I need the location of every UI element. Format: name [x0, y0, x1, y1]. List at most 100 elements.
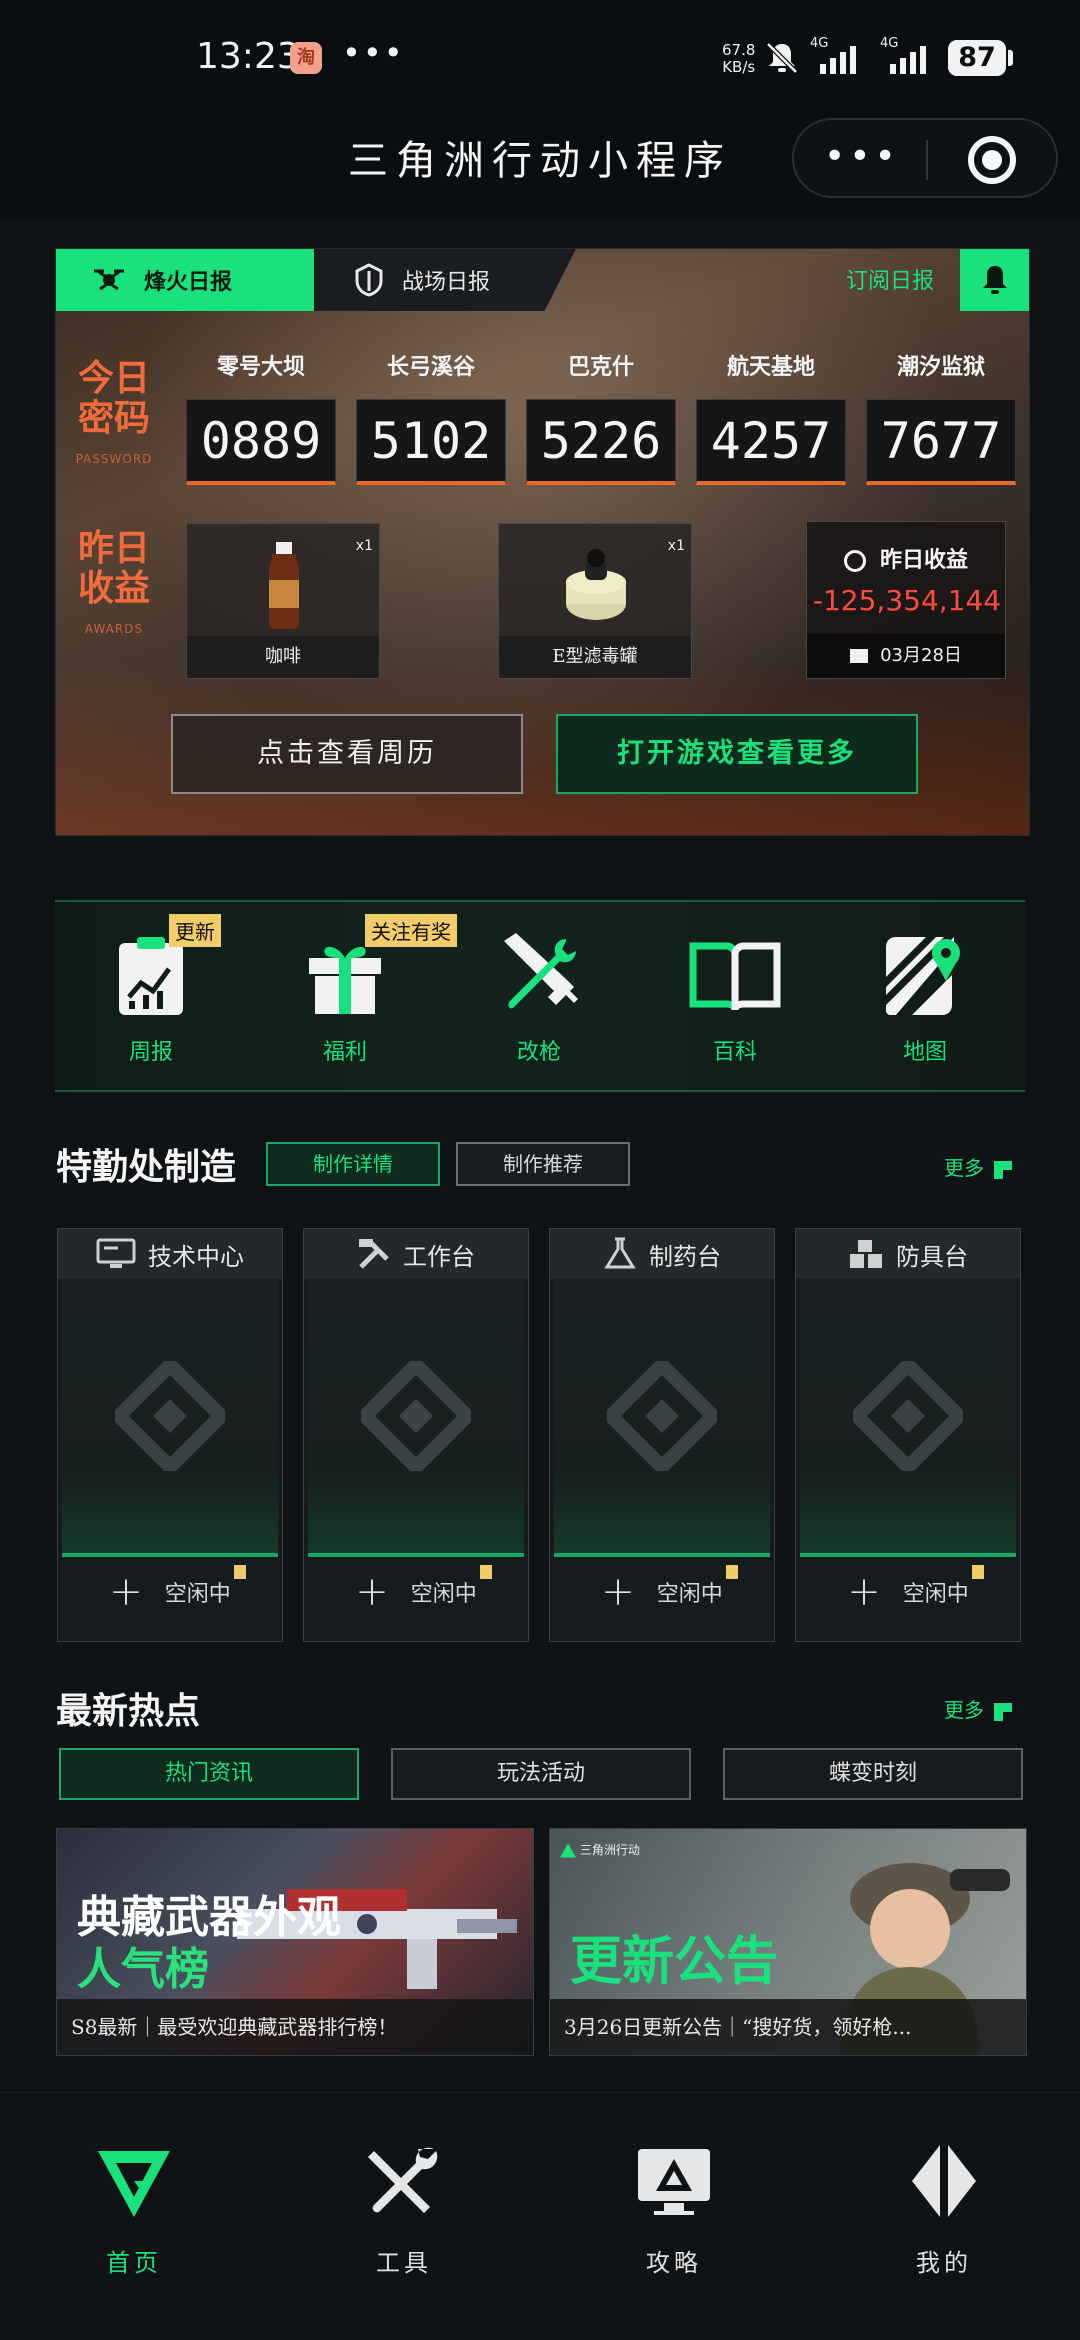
home-logo-icon: [98, 2151, 170, 2217]
armor-icon: [850, 1240, 882, 1268]
battle-shield-icon: [355, 263, 383, 297]
nav-label: 我的: [916, 2249, 972, 2277]
chip-craft-detail[interactable]: 制作详情: [266, 1142, 440, 1186]
yesterday-title-line1: 昨日: [77, 528, 150, 569]
subscribe-report-link[interactable]: 订阅日报: [846, 263, 934, 295]
page-title: 三角洲行动小程序: [348, 138, 732, 184]
daily-report-banner: 烽火日报 战场日报 订阅日报 今日 密码 PASSWORD 零号大坝 长弓溪谷 …: [55, 248, 1030, 836]
subscribe-bell-button[interactable]: [960, 249, 1029, 311]
status-bar: 13:23 淘 ••• 67.8 KB/s 4G 4G 87: [0, 0, 1080, 115]
station-slot: [308, 1279, 524, 1557]
map-name: 潮汐监狱: [896, 354, 985, 380]
station-header: 工作台: [304, 1229, 528, 1279]
tool-weekly-report[interactable]: 周报: [91, 930, 211, 1066]
map-names: 零号大坝 长弓溪谷 巴克什 航天基地 潮汐监狱: [186, 349, 1016, 381]
chip-craft-recommend[interactable]: 制作推荐: [456, 1142, 630, 1186]
tool-welfare[interactable]: 福利: [285, 930, 405, 1066]
today-code-subtitle: PASSWORD: [75, 452, 153, 466]
add-icon: +: [601, 1569, 635, 1615]
nav-mine[interactable]: 我的: [874, 2141, 1014, 2278]
station-status: 空闲中: [164, 1582, 231, 1607]
station-card[interactable]: 防具台 + 空闲中: [795, 1228, 1021, 1642]
view-week-calendar-button[interactable]: 点击查看周历: [171, 714, 523, 794]
profile-emblem-icon: [912, 2145, 976, 2217]
station-status: 空闲中: [656, 1582, 723, 1607]
tab-transform-moments[interactable]: 蝶变时刻: [723, 1748, 1023, 1800]
news-card[interactable]: 三角洲行动 更新公告 3月26日更新公告｜“搜好货，领好枪...: [549, 1828, 1027, 2056]
tool-gun-mod[interactable]: 改枪: [479, 930, 599, 1066]
station-name: 技术中心: [148, 1242, 244, 1271]
more-notifications-icon: •••: [342, 34, 405, 72]
add-icon: +: [847, 1569, 881, 1615]
tab-hot-news[interactable]: 热门资讯: [59, 1748, 359, 1800]
station-name: 工作台: [403, 1242, 475, 1271]
news-section-title: 最新热点: [56, 1691, 201, 1732]
station-card[interactable]: 制药台 + 空闲中: [549, 1228, 775, 1642]
nav-guide[interactable]: 攻略: [604, 2141, 744, 2278]
update-tag: 更新: [169, 914, 221, 947]
yesterday-earnings-card[interactable]: 昨日收益 -125,354,144 03月28日: [806, 521, 1006, 679]
craft-more-link[interactable]: 更多: [944, 1152, 1012, 1181]
today-code-title-line2: 密码: [77, 398, 150, 439]
item-qty: x1: [355, 538, 373, 554]
station-card[interactable]: 技术中心 + 空闲中: [57, 1228, 283, 1642]
open-game-button[interactable]: 打开游戏查看更多: [556, 714, 918, 794]
warning-icon: [480, 1565, 492, 1579]
nav-home[interactable]: 首页: [64, 2141, 204, 2278]
station-card[interactable]: 工作台 + 空闲中: [303, 1228, 529, 1642]
grid-icon: [994, 1160, 1012, 1179]
station-footer: + 空闲中: [58, 1569, 282, 1615]
yesterday-earn-title: 昨日 收益 AWARDS: [74, 529, 154, 649]
nav-label: 攻略: [646, 2249, 702, 2277]
bell-icon: [983, 266, 1007, 294]
follow-reward-tag: 关注有奖: [365, 914, 457, 947]
tool-wiki[interactable]: 百科: [675, 930, 795, 1066]
miniprogram-capsule: •••: [792, 118, 1058, 198]
tab-fire-report[interactable]: 烽火日报: [56, 249, 314, 311]
map-name: 长弓溪谷: [386, 354, 475, 380]
network-speed: 67.8 KB/s: [722, 42, 755, 76]
network-speed-unit: KB/s: [722, 58, 756, 76]
gun-wrench-icon: [493, 930, 585, 1022]
map-code: 4257: [696, 399, 846, 485]
coin-icon: [843, 550, 866, 572]
taobao-notification-icon: 淘: [290, 42, 322, 74]
nav-tools[interactable]: 工具: [334, 2141, 474, 2278]
battery-tip: [1008, 50, 1013, 66]
earnings-title: 昨日收益: [807, 542, 1005, 574]
loot-item[interactable]: x1 咖啡: [186, 523, 380, 679]
map-name: 零号大坝: [216, 354, 305, 380]
close-miniprogram-button[interactable]: [968, 136, 1016, 184]
tool-label: 改枪: [516, 1040, 561, 1065]
loot-item[interactable]: x1 E型滤毒罐: [498, 523, 692, 679]
yesterday-title-line2: 收益: [77, 568, 150, 609]
map-code: 5102: [356, 399, 506, 485]
news-card[interactable]: 典藏武器外观 人气榜 S8最新｜最受欢迎典藏武器排行榜！: [56, 1828, 534, 2056]
map-name: 航天基地: [726, 354, 815, 380]
station-name: 制药台: [649, 1242, 721, 1271]
map-code: 5226: [526, 399, 676, 485]
tab-activities[interactable]: 玩法活动: [391, 1748, 691, 1800]
news-more-link[interactable]: 更多: [944, 1694, 1012, 1723]
station-header: 防具台: [796, 1229, 1020, 1279]
warning-icon: [972, 1565, 984, 1579]
news-card-headline: 更新公告: [570, 1932, 779, 1992]
news-card-caption: S8最新｜最受欢迎典藏武器排行榜！: [57, 1999, 533, 2055]
news-more-label: 更多: [944, 1698, 984, 1722]
station-placeholder-icon: [361, 1361, 471, 1471]
drone-icon: [94, 269, 124, 291]
station-footer: + 空闲中: [796, 1569, 1020, 1615]
news-card-caption: 3月26日更新公告｜“搜好货，领好枪...: [550, 1999, 1026, 2055]
book-icon: [689, 930, 781, 1022]
tab-battle-report[interactable]: 战场日报: [314, 249, 576, 311]
tool-label: 周报: [128, 1040, 173, 1065]
station-slot: [554, 1279, 770, 1557]
calendar-icon: [850, 649, 869, 663]
item-name: E型滤毒罐: [499, 636, 691, 678]
more-menu-button[interactable]: •••: [824, 136, 900, 177]
signal-2-icon: [890, 44, 926, 74]
tool-map[interactable]: 地图: [865, 930, 985, 1066]
warning-icon: [234, 1565, 246, 1579]
tools-row: 周报 更新 福利 关注有奖 改枪 百科 地图: [55, 900, 1025, 1092]
grid-icon: [994, 1702, 1012, 1721]
